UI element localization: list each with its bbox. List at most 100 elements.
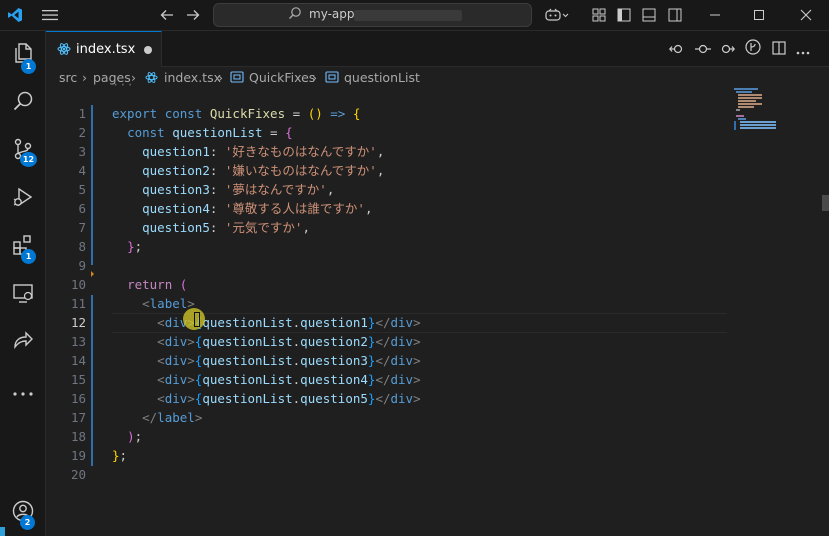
code-line[interactable]: 13 <div>{questionList.question2}</div>: [46, 332, 829, 351]
arrow-right-circle-icon: [719, 40, 735, 59]
code-text: const questionList = {: [112, 123, 293, 142]
code-token: const: [127, 125, 173, 140]
run-debug-button[interactable]: [0, 179, 45, 219]
code-line[interactable]: 20: [46, 465, 829, 484]
copilot-icon[interactable]: [543, 5, 571, 25]
code-token: >: [413, 315, 421, 330]
code-line[interactable]: 19};: [46, 446, 829, 465]
menu-icon[interactable]: [40, 5, 60, 25]
code-text: <div>{questionList.question4}</div>: [112, 370, 420, 389]
code-line[interactable]: 12 <div>{questionList.question1}</div>: [46, 313, 829, 333]
code-line[interactable]: 6 question4: '尊敬する人は誰ですか',: [46, 199, 829, 218]
source-control-button[interactable]: 12: [0, 131, 45, 171]
code-line[interactable]: 8 };: [46, 237, 829, 256]
code-text: return (: [112, 275, 187, 294]
toggle-secondary-sidebar-icon[interactable]: [666, 5, 684, 25]
code-token: >: [413, 334, 421, 349]
code-line[interactable]: 18 );: [46, 427, 829, 446]
breadcrumb-item-src[interactable]: src: [59, 70, 77, 85]
vertical-scrollbar[interactable]: [822, 195, 829, 211]
variable-symbol-icon: [325, 71, 339, 86]
code-line[interactable]: 5 question3: '夢はなんですか',: [46, 180, 829, 199]
next-change-button[interactable]: [718, 41, 736, 57]
unsaved-dot-icon[interactable]: [144, 46, 152, 54]
toggle-panel-icon[interactable]: [640, 5, 658, 25]
split-editor-button[interactable]: [770, 40, 788, 57]
activity-bar: 1 12 1 2: [0, 31, 46, 536]
previous-change-button[interactable]: [694, 41, 712, 57]
code-token: question3: [142, 182, 210, 197]
breadcrumb-item-questionlist[interactable]: questionList: [344, 70, 420, 85]
code-text: export const QuickFixes = () => {: [112, 104, 360, 123]
explorer-button[interactable]: 1: [0, 35, 45, 75]
code-token: export: [112, 106, 165, 121]
code-text: question5: '元気ですか',: [112, 218, 310, 237]
chevron-right-icon: ›: [82, 70, 87, 85]
code-line[interactable]: 1 export const QuickFixes = () => {: [46, 104, 829, 123]
code-token: div: [390, 315, 414, 330]
code-token: >: [413, 353, 421, 368]
code-text: <div>{questionList.question2}</div>: [112, 332, 421, 351]
code-line[interactable]: 3 question1: '好きなものはなんですか',: [46, 142, 829, 161]
code-token: </: [375, 372, 391, 387]
live-share-button[interactable]: [0, 323, 45, 363]
maximize-window-icon[interactable]: [750, 5, 768, 25]
code-token: <: [157, 372, 165, 387]
code-editor[interactable]: 1 export const QuickFixes = () => {2 cons…: [46, 87, 829, 536]
more-views-button[interactable]: [0, 371, 45, 411]
code-line[interactable]: 16 <div>{questionList.question5}</div>: [46, 389, 829, 408]
code-line[interactable]: 17 </label>: [46, 408, 829, 427]
code-token: questionList: [202, 353, 293, 368]
gutter-deleted-indicator: [91, 271, 94, 277]
code-token: ,: [376, 163, 385, 178]
breadcrumb-item-quickfixes[interactable]: QuickFixes: [249, 70, 315, 85]
variable-symbol-icon: [230, 71, 244, 86]
command-center-search[interactable]: my-app: [213, 3, 532, 27]
search-text: my-app: [309, 7, 355, 21]
open-changes-button[interactable]: [668, 41, 686, 57]
code-token: ;: [134, 239, 143, 254]
toggle-primary-sidebar-icon[interactable]: [615, 5, 633, 25]
line-number: 19: [70, 448, 86, 463]
breadcrumb-item-file[interactable]: index.tsx: [164, 70, 221, 85]
extensions-button[interactable]: 1: [0, 227, 45, 267]
code-token: }: [127, 239, 135, 254]
code-token: question2: [142, 163, 210, 178]
code-token: {: [285, 125, 293, 140]
code-line[interactable]: 9: [46, 256, 829, 275]
forward-arrow-icon[interactable]: [184, 5, 202, 25]
code-token: questionList: [202, 391, 293, 406]
code-token: label: [157, 410, 195, 425]
code-line[interactable]: 2 const questionList = {: [46, 123, 829, 142]
code-line[interactable]: 7 question5: '元気ですか',: [46, 218, 829, 237]
code-line[interactable]: 4 question2: '嫌いなものはなんですか',: [46, 161, 829, 180]
vscode-logo-icon[interactable]: [6, 5, 24, 25]
line-number: 18: [70, 429, 86, 444]
code-token: </: [375, 353, 391, 368]
search-button[interactable]: [0, 83, 45, 123]
accounts-button[interactable]: 2: [0, 493, 45, 533]
git-graph-button[interactable]: [744, 39, 762, 57]
line-number: 11: [70, 296, 86, 311]
code-token: :: [209, 220, 225, 235]
breadcrumb: src › pages › index.tsx › QuickFixes › q…: [46, 67, 829, 87]
more-actions-button[interactable]: [794, 41, 812, 57]
remote-explorer-button[interactable]: [0, 275, 45, 315]
customize-layout-icon[interactable]: [590, 5, 608, 25]
close-window-icon[interactable]: [797, 5, 815, 25]
code-token: question1: [142, 144, 210, 159]
minimap[interactable]: [734, 88, 782, 132]
code-line[interactable]: 11 <label>: [46, 294, 829, 313]
line-number: 14: [70, 353, 86, 368]
code-line[interactable]: 15 <div>{questionList.question4}</div>: [46, 370, 829, 389]
code-line[interactable]: 14 <div>{questionList.question3}</div>: [46, 351, 829, 370]
code-line[interactable]: 10 return (: [46, 275, 829, 294]
tab-index-tsx[interactable]: index.tsx: [46, 31, 162, 67]
back-arrow-icon[interactable]: [158, 5, 176, 25]
minimize-window-icon[interactable]: [706, 5, 724, 25]
